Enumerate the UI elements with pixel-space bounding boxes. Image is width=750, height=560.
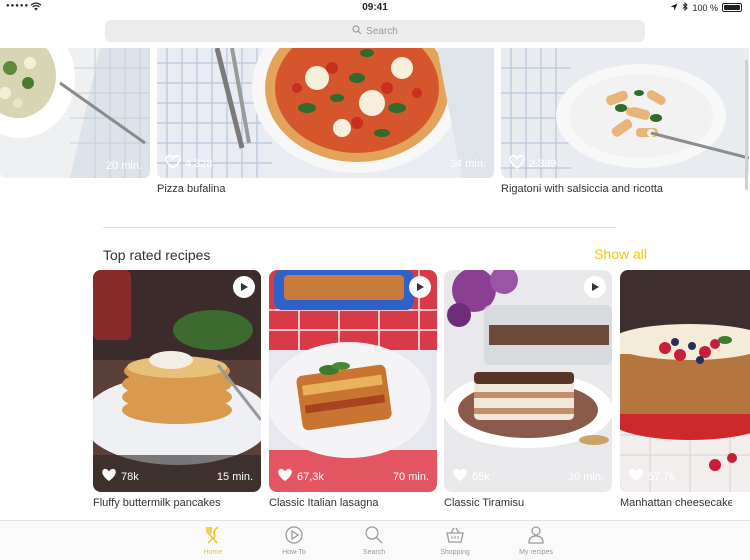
section-title: Top rated recipes [103,247,211,263]
heart-icon[interactable] [165,155,181,172]
like-count: 78k [121,470,139,483]
play-video-button[interactable] [233,276,255,298]
recipe-card-cheesecake[interactable]: 57,7k [620,270,750,492]
show-all-link[interactable]: Show all [594,246,647,262]
search-placeholder: Search [366,25,398,37]
like-count: 67,3k [297,470,324,483]
divider [103,227,616,228]
recipe-card-pizza-bufalina[interactable]: 4.328 34 min. [157,48,494,178]
location-arrow-icon [670,3,678,13]
recipe-title: Manhattan cheesecake [620,497,732,509]
recipe-title: Pizza bufalina [157,183,226,195]
recipe-card-orecchiette[interactable]: 20 min. [0,48,150,178]
basket-icon [445,525,465,547]
tab-search[interactable]: Search [344,525,404,556]
search-icon [364,525,384,547]
search-icon [352,24,362,38]
recipe-title: Classic Italian lasagna [269,497,379,509]
clock: 09:41 [362,2,388,13]
tab-my-recipes[interactable]: My recipes [506,525,566,556]
tab-home[interactable]: Home [183,525,243,556]
fork-knife-icon [203,525,223,547]
scrollbar[interactable] [745,60,748,190]
tab-label: How-To [282,549,306,556]
play-icon [592,283,599,291]
play-video-button[interactable] [409,276,431,298]
cook-time: 70 min. [392,470,429,483]
status-bar: ●●●●● 09:41 100 % [0,0,750,16]
battery-percent: 100 % [692,2,718,13]
recipe-image [444,270,612,492]
cook-time: 34 min. [449,157,486,170]
cook-time: 30 min. [567,470,604,483]
heart-icon[interactable] [277,468,293,485]
search-input[interactable]: Search [105,20,645,42]
like-count: 2.339 [529,157,557,170]
tab-how-to[interactable]: How-To [264,525,324,556]
recipe-card-rigatoni[interactable]: 2.339 [501,48,749,178]
like-count: 65k [472,470,490,483]
like-count: 4.328 [185,157,213,170]
tab-label: Search [362,549,386,556]
like-count: 57,7k [648,470,675,483]
play-icon [417,283,424,291]
person-icon [526,525,546,547]
tab-label: My recipes [519,549,553,556]
play-video-button[interactable] [584,276,606,298]
tab-bar: Home How-To Search Shopping My recipes [0,520,750,560]
tab-label: Shopping [440,549,470,556]
tab-label: Home [203,549,223,556]
heart-icon[interactable] [101,468,117,485]
bluetooth-icon [682,1,689,13]
recipe-image [269,270,437,492]
recipe-image [0,48,150,178]
heart-icon[interactable] [628,468,644,485]
recipe-title: Rigatoni with salsiccia and ricotta [501,183,664,195]
recipe-image [620,270,750,492]
recipe-card-pancakes[interactable]: 78k 15 min. [93,270,261,492]
recipe-title: Classic Tiramisu [444,497,525,509]
battery-icon [722,3,742,12]
recipe-card-tiramisu[interactable]: 65k 30 min. [444,270,612,492]
recipe-title: Fluffy buttermilk pancakes [93,497,221,509]
tab-shopping[interactable]: Shopping [425,525,485,556]
recipe-card-lasagna[interactable]: 67,3k 70 min. [269,270,437,492]
play-circle-icon [284,525,304,547]
cook-time: 15 min. [216,470,253,483]
heart-icon[interactable] [452,468,468,485]
recipe-image [93,270,261,492]
heart-icon[interactable] [509,155,525,172]
play-icon [241,283,248,291]
cook-time: 20 min. [105,160,142,172]
